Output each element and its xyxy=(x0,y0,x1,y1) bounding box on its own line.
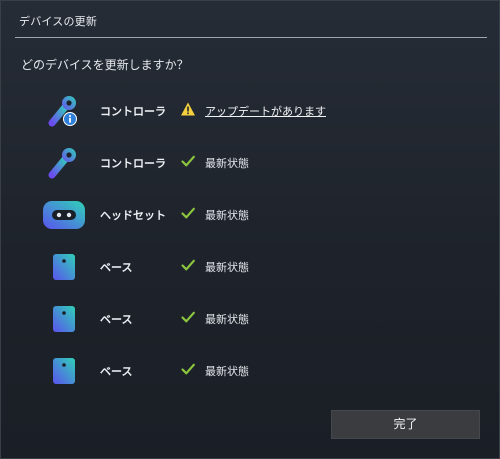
device-name: ベース xyxy=(100,313,133,326)
check-icon xyxy=(180,361,196,377)
done-button[interactable]: 完了 xyxy=(331,410,480,439)
title-divider xyxy=(15,37,487,38)
info-icon xyxy=(63,111,77,126)
status-text: 最新状態 xyxy=(205,209,249,222)
warning-icon xyxy=(180,101,196,117)
check-icon xyxy=(180,153,196,169)
update-available-link[interactable]: アップデートがあります xyxy=(205,103,326,119)
device-row-controller-1: コントローラ アップデートがあります xyxy=(1,85,499,137)
device-name: コントローラ xyxy=(100,157,166,170)
device-name: コントローラ xyxy=(100,105,166,118)
headset-icon xyxy=(43,197,85,233)
base-station-icon xyxy=(43,301,85,337)
device-name: ヘッドセット xyxy=(100,209,166,222)
device-row-headset: ヘッドセット 最新状態 xyxy=(1,189,499,241)
status-text: 最新状態 xyxy=(205,157,249,170)
device-row-base-1: ベース 最新状態 xyxy=(1,241,499,293)
controller-icon xyxy=(43,145,85,181)
base-station-icon xyxy=(43,249,85,285)
device-name: ベース xyxy=(100,365,133,378)
device-list: コントローラ アップデートがあります コントローラ 最新状態 ヘッドセット 最新… xyxy=(1,85,499,397)
check-icon xyxy=(180,257,196,273)
device-name: ベース xyxy=(100,261,133,274)
check-icon xyxy=(180,309,196,325)
status-text: 最新状態 xyxy=(205,313,249,326)
dialog-title: デバイスの更新 xyxy=(19,15,98,28)
update-devices-dialog: デバイスの更新 どのデバイスを更新しますか？ コントローラ アップデートがありま… xyxy=(0,0,500,459)
device-row-controller-2: コントローラ 最新状態 xyxy=(1,137,499,189)
question-text: どのデバイスを更新しますか？ xyxy=(21,58,189,72)
check-icon xyxy=(180,205,196,221)
device-row-base-3: ベース 最新状態 xyxy=(1,345,499,397)
device-row-base-2: ベース 最新状態 xyxy=(1,293,499,345)
status-text: 最新状態 xyxy=(205,261,249,274)
status-text: 最新状態 xyxy=(205,365,249,378)
base-station-icon xyxy=(43,353,85,389)
